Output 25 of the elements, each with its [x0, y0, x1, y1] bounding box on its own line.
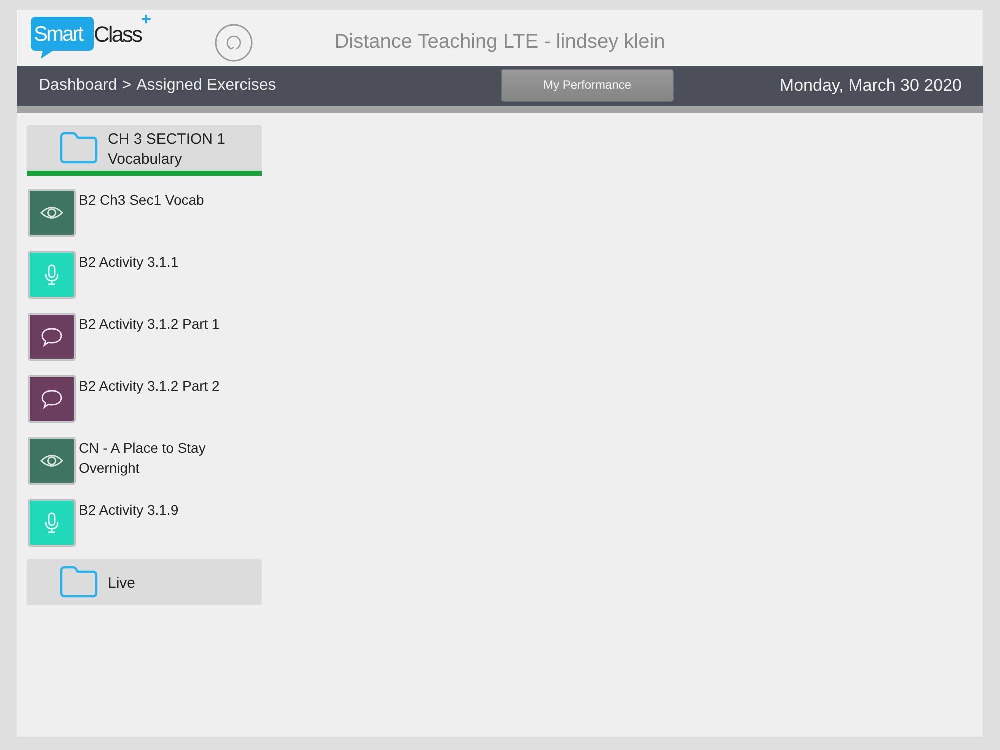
- logo-text: Class: [94, 22, 142, 48]
- breadcrumb-separator: >: [122, 77, 132, 95]
- folder-title: CH 3 SECTION 1 Vocabulary: [108, 130, 227, 170]
- exercise-title[interactable]: B2 Activity 3.1.2 Part 2: [79, 376, 220, 396]
- exercise-title[interactable]: B2 Activity 3.1.9: [79, 500, 179, 520]
- breadcrumb-current: Assigned Exercises: [136, 77, 276, 95]
- breadcrumb-link[interactable]: Dashboard: [39, 77, 118, 95]
- logo-plus: +: [142, 13, 152, 27]
- window-title: Distance Teaching LTE - lindsey klein: [334, 30, 666, 54]
- folder-header[interactable]: CH 3 SECTION 1 Vocabulary: [27, 125, 262, 176]
- folder-title: Live: [108, 574, 136, 594]
- date-label: Monday, March 30 2020: [780, 76, 963, 96]
- speech-bubble-icon[interactable]: [28, 313, 76, 361]
- exercise-title[interactable]: B2 Activity 3.1.1: [79, 252, 179, 272]
- exercise-title[interactable]: B2 Ch3 Sec1 Vocab: [79, 190, 204, 210]
- eye-icon[interactable]: [28, 437, 76, 485]
- speech-bubble-icon[interactable]: [28, 375, 76, 423]
- eye-icon[interactable]: [28, 189, 76, 237]
- exercise-title[interactable]: B2 Activity 3.1.2 Part 1: [79, 314, 220, 334]
- folder-icon: [59, 131, 99, 165]
- folder-header[interactable]: Live: [27, 559, 262, 605]
- exercise-title[interactable]: CN - A Place to Stay Overnight: [79, 438, 229, 478]
- logo-bubble: Smart: [31, 17, 94, 59]
- refresh-icon[interactable]: [215, 24, 254, 62]
- folder-icon: [59, 565, 99, 599]
